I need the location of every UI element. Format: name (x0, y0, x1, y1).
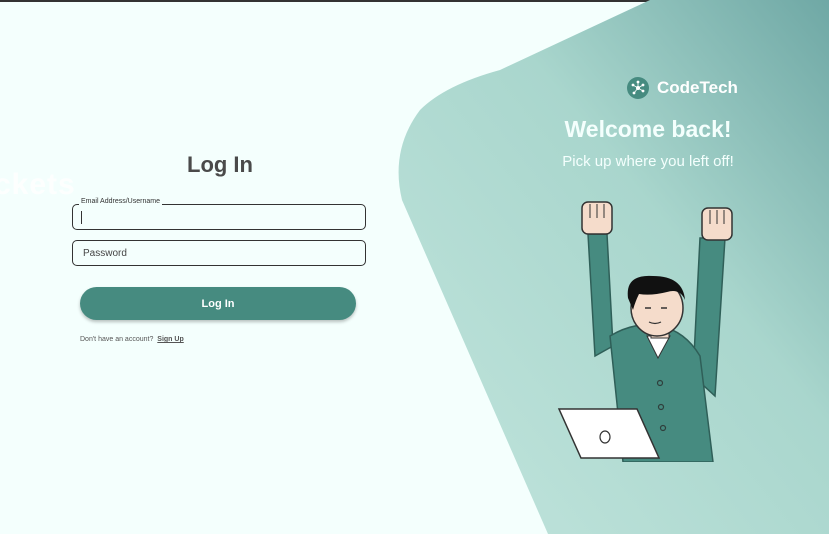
email-field[interactable]: Email Address/Username (72, 198, 366, 230)
celebrating-person-illustration (557, 201, 733, 462)
email-field-label: Email Address/Username (79, 198, 162, 205)
login-title: Log In (187, 152, 253, 177)
password-placeholder: Password (83, 248, 127, 259)
no-account-text: Don't have an account? (80, 336, 154, 343)
hero-headline: Welcome back! (564, 116, 732, 142)
text-cursor (81, 211, 82, 224)
hero-subheadline: Pick up where you left off! (562, 153, 734, 170)
brand-name: CodeTech (657, 78, 738, 97)
watermark-text: ckets (0, 168, 76, 201)
signup-row: Don't have an account? Sign Up (80, 336, 184, 343)
password-field[interactable]: Password (72, 240, 366, 266)
signup-link[interactable]: Sign Up (157, 336, 183, 343)
network-nodes-icon (627, 77, 649, 99)
brand: CodeTech (627, 77, 738, 99)
login-button[interactable]: Log In (80, 287, 356, 320)
